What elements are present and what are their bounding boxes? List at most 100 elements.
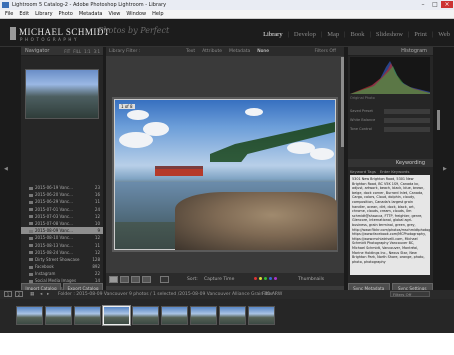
filmstrip-thumb[interactable] bbox=[248, 306, 275, 325]
photo-frame: 1 of 8 bbox=[112, 97, 338, 252]
page-1-button[interactable]: 1 bbox=[4, 291, 12, 297]
survey-view-icon[interactable] bbox=[142, 276, 151, 283]
folder-row[interactable]: 2015-06-20 Vanc... 16 bbox=[21, 191, 103, 198]
color-label-yellow[interactable] bbox=[259, 277, 262, 280]
quick-develop-select[interactable] bbox=[384, 109, 430, 114]
spray-can-icon[interactable] bbox=[160, 276, 169, 283]
folder-row[interactable]: 2015-07-08 Vanc... 10 bbox=[21, 220, 103, 227]
brand-logo bbox=[10, 27, 16, 40]
folder-row[interactable]: 2015-07-01 Vanc... 24 bbox=[21, 206, 103, 213]
back-icon[interactable]: ◂ bbox=[40, 290, 42, 299]
menu-edit[interactable]: Edit bbox=[19, 10, 29, 18]
sort-label: Sort: bbox=[187, 277, 198, 282]
compare-view-icon[interactable] bbox=[131, 276, 140, 283]
keyword-tags-row: Keyword Tags Enter Keywords bbox=[350, 169, 409, 174]
folder-row[interactable]: Dirty Street Showcase 128 bbox=[21, 256, 103, 263]
right-panel-scrollbar[interactable] bbox=[437, 110, 440, 130]
filmstrip-thumb[interactable] bbox=[161, 306, 188, 325]
close-icon[interactable]: × bbox=[441, 1, 453, 8]
histogram-header[interactable]: Histogram bbox=[348, 47, 433, 56]
module-map[interactable]: Map bbox=[327, 31, 339, 39]
source-path[interactable]: Folder : 2015-08-09 Vancouver 9 photos /… bbox=[58, 290, 282, 299]
filter-metadata[interactable]: Metadata bbox=[229, 47, 250, 56]
folder-row[interactable]: Instagram 22 bbox=[21, 270, 103, 277]
brand-subtitle: PHOTOGRAPHY bbox=[20, 37, 80, 42]
color-label-red[interactable] bbox=[254, 277, 257, 280]
color-label-green[interactable] bbox=[264, 277, 267, 280]
folder-row[interactable]: 2015-06-29 Vanc... 11 bbox=[21, 198, 103, 205]
menu-window[interactable]: Window bbox=[126, 10, 146, 18]
grid-view-icon[interactable] bbox=[109, 276, 118, 283]
zoom-fill[interactable]: FILL bbox=[73, 47, 81, 56]
left-panel-toggle-icon[interactable]: ◀ bbox=[4, 166, 8, 172]
filmstrip-thumb[interactable] bbox=[16, 306, 43, 325]
signature: Photos by Perfect bbox=[98, 26, 170, 35]
menu-help[interactable]: Help bbox=[152, 10, 163, 18]
folder-row[interactable]: 2015-06-19 Vanc... 23 bbox=[21, 184, 103, 191]
filter-select[interactable]: Filters Off bbox=[390, 291, 430, 297]
filmstrip-thumb[interactable] bbox=[190, 306, 217, 325]
folder-row[interactable]: 2015-08-10 Vanc... 12 bbox=[21, 234, 103, 241]
vertical-scrollbar[interactable] bbox=[341, 57, 344, 147]
menu-file[interactable]: File bbox=[5, 10, 13, 18]
navigator-preview[interactable] bbox=[25, 69, 99, 119]
folder-icon bbox=[29, 208, 33, 212]
loupe-view-icon[interactable] bbox=[120, 276, 129, 283]
folder-row[interactable]: 2015-08-24 Vanc... 12 bbox=[21, 249, 103, 256]
filmstrip bbox=[0, 299, 454, 333]
folder-row[interactable]: Facebook 892 bbox=[21, 263, 103, 270]
filter-attribute[interactable]: Attribute bbox=[202, 47, 222, 56]
filter-text[interactable]: Text bbox=[186, 47, 195, 56]
page-2-button[interactable]: 2 bbox=[15, 291, 23, 297]
folder-icon bbox=[29, 265, 33, 269]
cloud bbox=[127, 110, 149, 120]
folder-row-selected[interactable]: 2015-08-09 Vanc... 9 bbox=[21, 227, 103, 235]
filmstrip-thumb-selected[interactable] bbox=[103, 306, 130, 325]
menu-library[interactable]: Library bbox=[35, 10, 52, 18]
menu-metadata[interactable]: Metadata bbox=[79, 10, 103, 18]
menu-photo[interactable]: Photo bbox=[59, 10, 73, 18]
color-label-blue[interactable] bbox=[269, 277, 272, 280]
quick-develop-select[interactable] bbox=[384, 127, 430, 132]
module-web[interactable]: Web bbox=[438, 31, 450, 39]
filmstrip-bar: 1 2 ▦ ◂ ▸ Folder : 2015-08-09 Vancouver … bbox=[0, 290, 454, 299]
cloud bbox=[310, 148, 334, 160]
grid-icon[interactable]: ▦ bbox=[30, 290, 34, 299]
module-develop[interactable]: Develop bbox=[294, 31, 316, 39]
quick-develop-row: Tone Control bbox=[350, 125, 430, 134]
original-photo-label[interactable]: Original Photo bbox=[350, 96, 375, 100]
left-panel: Navigator FIT FILL 1:1 3:1 2015-06-19 Va… bbox=[21, 47, 103, 327]
zoom-fit[interactable]: FIT bbox=[64, 47, 70, 56]
keyword-tags-label: Keyword Tags bbox=[350, 169, 376, 174]
module-book[interactable]: Book bbox=[350, 31, 364, 39]
forward-icon[interactable]: ▸ bbox=[47, 290, 49, 299]
quick-develop-select[interactable] bbox=[384, 118, 430, 123]
folder-row[interactable]: 2015-08-13 Vanc... 11 bbox=[21, 242, 103, 249]
menu-view[interactable]: View bbox=[109, 10, 121, 18]
folder-row[interactable]: 2015-07-03 Vanc... 12 bbox=[21, 213, 103, 220]
filter-none[interactable]: None bbox=[257, 47, 269, 56]
filmstrip-thumb[interactable] bbox=[219, 306, 246, 325]
maximize-icon[interactable]: □ bbox=[429, 1, 441, 8]
minimize-icon[interactable]: – bbox=[417, 1, 429, 8]
filmstrip-thumb[interactable] bbox=[45, 306, 72, 325]
keyword-tags-select[interactable]: Enter Keywords bbox=[380, 169, 410, 174]
right-panel: Histogram Original Photo Saved Preset Wh… bbox=[348, 47, 433, 290]
keywords-textarea[interactable]: 5301 New Brighton Road, 5301 New Brighto… bbox=[350, 175, 430, 275]
navigator-header[interactable]: Navigator FIT FILL 1:1 3:1 bbox=[21, 47, 103, 56]
keywording-header[interactable]: Keywording bbox=[348, 159, 433, 167]
filmstrip-thumb[interactable] bbox=[132, 306, 159, 325]
module-library[interactable]: Library bbox=[263, 31, 283, 39]
histogram-graph bbox=[350, 57, 430, 94]
right-panel-toggle-icon[interactable]: ▶ bbox=[443, 166, 447, 172]
filmstrip-thumb[interactable] bbox=[74, 306, 101, 325]
filter-preset-select[interactable]: Filters Off bbox=[314, 47, 336, 56]
lightroom-app-icon bbox=[2, 2, 9, 8]
module-slideshow[interactable]: Slideshow bbox=[376, 31, 403, 39]
main-photo[interactable]: 1 of 8 bbox=[114, 99, 337, 250]
zoom-1-1[interactable]: 1:1 bbox=[84, 47, 90, 56]
sort-select[interactable]: Capture Time bbox=[204, 277, 234, 282]
module-print[interactable]: Print bbox=[414, 31, 427, 39]
zoom-3-1[interactable]: 3:1 bbox=[94, 47, 100, 56]
color-label-purple[interactable] bbox=[274, 277, 277, 280]
